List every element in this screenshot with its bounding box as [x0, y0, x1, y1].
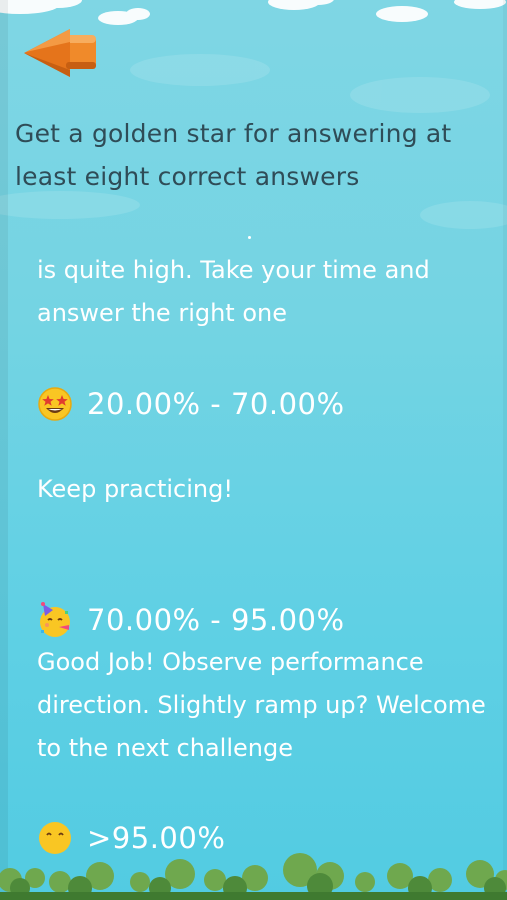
intro-text: Get a golden star for answering at least…: [15, 119, 452, 191]
back-button[interactable]: [22, 26, 98, 80]
star-struck-emoji-icon: [38, 387, 72, 421]
back-arrow-icon: [24, 29, 96, 77]
score-range-row: 20.00% - 70.00%: [37, 386, 345, 422]
ground-trees: [0, 853, 507, 900]
right-edge: [503, 0, 507, 900]
party-face-emoji-icon: [40, 602, 70, 637]
level-message: Good Job! Observe performance direction.…: [37, 648, 486, 762]
decorative-dot: [248, 236, 251, 239]
score-range: 20.00% - 70.00%: [87, 387, 345, 421]
level-description: is quite high. Take your time and answer…: [37, 256, 430, 327]
score-range-row: 70.00% - 95.00%: [37, 602, 345, 638]
level-message: Keep practicing!: [37, 475, 233, 503]
score-range: 70.00% - 95.00%: [87, 603, 345, 637]
left-edge: [0, 0, 8, 900]
